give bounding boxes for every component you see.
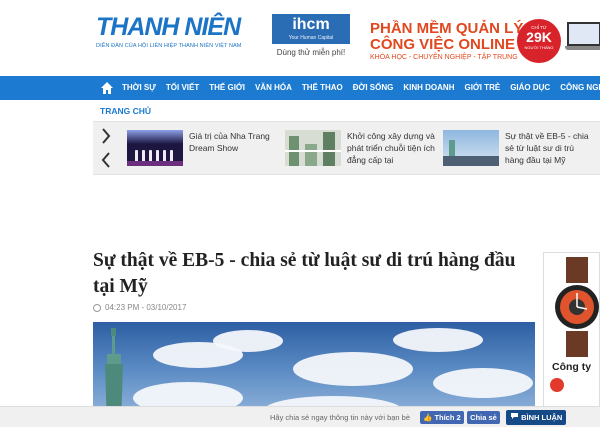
site-header: THANH NIÊN DIỄN ĐÀN CỦA HỘI LIÊN HIỆP TH… (0, 0, 600, 76)
nav-item-the-thao[interactable]: THỂ THAO (297, 76, 348, 100)
price-badge: CHỈ TỪ 29K NGƯỜI THÁNG (517, 19, 561, 63)
promo-line1: PHẦN MỀM QUẢN LÝ (370, 20, 524, 37)
site-logo[interactable]: THANH NIÊN DIỄN ĐÀN CỦA HỘI LIÊN HIỆP TH… (96, 14, 246, 49)
share-bar: Hãy chia sẻ ngay thông tin này với bạn b… (0, 406, 600, 427)
company-logo-icon (550, 378, 564, 392)
ihcm-logo: ihcm Your Human Capital (272, 14, 350, 44)
related-title: Sự thật về EB-5 - chia sẻ từ luật sư di … (505, 131, 589, 165)
breadcrumb-home[interactable]: TRANG CHỦ (100, 106, 151, 116)
related-articles-strip: Giá trị của Nha Trang Dream Show Khởi cô… (93, 121, 600, 175)
facebook-share-button[interactable]: Chia sẻ (467, 411, 500, 424)
nav-item-doi-song[interactable]: ĐỜI SỐNG (348, 76, 399, 100)
related-thumbnail (443, 130, 499, 166)
article-meta: 04:23 PM - 03/10/2017 (93, 303, 186, 312)
article-timestamp: 04:23 PM - 03/10/2017 (105, 303, 187, 312)
nav-item-thoi-su[interactable]: THỜI SỰ (117, 76, 161, 100)
related-thumbnail (127, 130, 183, 166)
nav-item-cong-nghe[interactable]: CÔNG NGHỆ (555, 76, 600, 100)
clock-icon (93, 303, 101, 312)
share-prompt: Hãy chia sẻ ngay thông tin này với bạn b… (270, 413, 411, 422)
comment-icon (510, 413, 521, 422)
related-item[interactable]: Sự thật về EB-5 - chia sẻ từ luật sư di … (443, 130, 591, 166)
article-title: Sự thật về EB-5 - chia sẻ từ luật sư di … (93, 250, 516, 297)
software-banner-ad[interactable]: PHẦN MỀM QUẢN LÝ CÔNG VIỆC ONLINE KHÓA H… (360, 12, 600, 68)
promo-line2: CÔNG VIỆC ONLINE (370, 36, 516, 53)
nav-item-kinh-doanh[interactable]: KINH DOANH (398, 76, 459, 100)
logo-tagline: DIỄN ĐÀN CỦA HỘI LIÊN HIỆP THANH NIÊN VI… (96, 43, 242, 49)
side-ad[interactable]: Công ty (543, 252, 600, 427)
chevron-right-icon[interactable] (101, 127, 115, 151)
related-title: Khởi công xây dựng và phát triển chuỗi t… (347, 131, 435, 165)
promo-line3: KHÓA HỌC - CHUYÊN NGHIỆP - TẬP TRUNG (370, 54, 518, 61)
nav-item-toi-viet[interactable]: TỐI VIẾT (161, 76, 204, 100)
watch-image (555, 257, 599, 357)
nav-item-the-gioi[interactable]: THẾ GIỚI (204, 76, 250, 100)
logo-text: THANH NIÊN (96, 13, 241, 41)
nav-item-van-hoa[interactable]: VĂN HÓA (250, 76, 297, 100)
side-ad-heading: Công ty (552, 361, 592, 373)
thumbs-up-icon: 👍 (423, 413, 433, 422)
related-title: Giá trị của Nha Trang Dream Show (189, 131, 270, 153)
comment-button[interactable]: BÌNH LUẬN (506, 410, 566, 425)
nav-item-giao-duc[interactable]: GIÁO DỤC (505, 76, 555, 100)
strip-arrows (101, 127, 115, 171)
facebook-like-button[interactable]: 👍 Thích 2 (420, 411, 464, 424)
nav-items: THỜI SỰ TỐI VIẾT THẾ GIỚI VĂN HÓA THỂ TH… (117, 76, 600, 100)
ihcm-cta: Dùng thử miễn phí! (276, 48, 346, 57)
laptop-icon (565, 16, 600, 62)
chevron-left-icon[interactable] (101, 151, 115, 175)
related-item[interactable]: Giá trị của Nha Trang Dream Show (127, 130, 289, 166)
nav-item-gioi-tre[interactable]: GIỚI TRẺ (459, 76, 505, 100)
main-nav: THỜI SỰ TỐI VIẾT THẾ GIỚI VĂN HÓA THỂ TH… (0, 76, 600, 100)
home-icon[interactable] (100, 81, 114, 95)
related-thumbnail (285, 130, 341, 166)
ihcm-banner-ad[interactable]: ihcm Your Human Capital Dùng thử miễn ph… (272, 14, 350, 62)
related-item[interactable]: Khởi công xây dựng và phát triển chuỗi t… (285, 130, 447, 166)
